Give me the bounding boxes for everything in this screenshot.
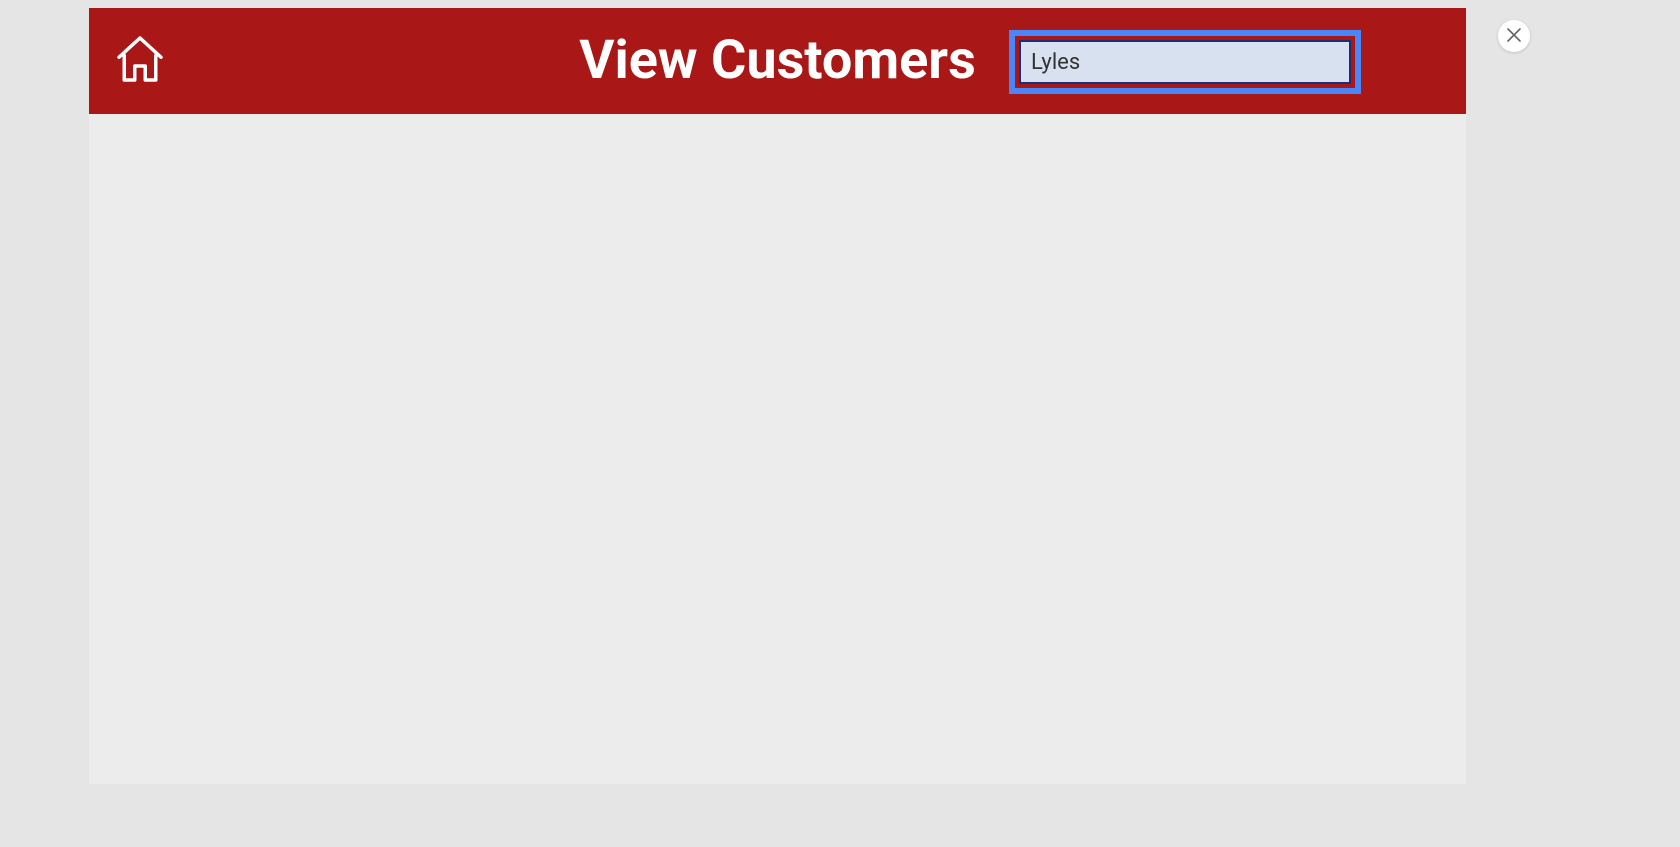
close-icon [1507,27,1521,46]
search-input[interactable] [1019,40,1351,84]
content-area [89,114,1466,784]
header-bar: View Customers [89,8,1466,114]
search-highlight-outer [1009,30,1361,94]
home-button[interactable] [109,32,171,90]
home-icon [111,31,169,91]
app-container: View Customers [89,8,1466,784]
search-highlight-inner [1015,36,1355,88]
close-button[interactable] [1498,20,1530,52]
